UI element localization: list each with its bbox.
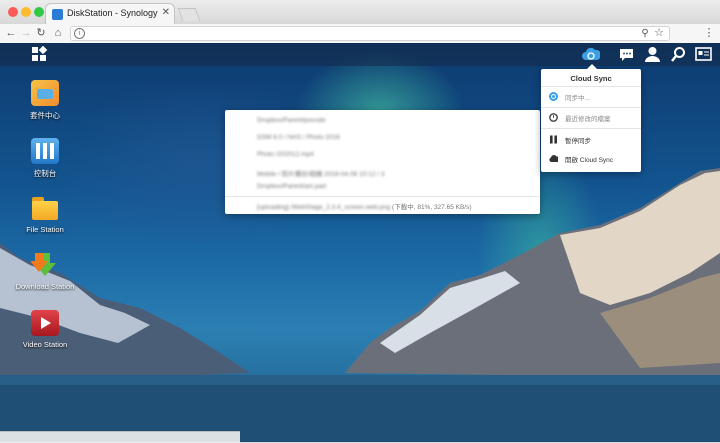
extension-icon[interactable]: ⚲	[638, 26, 652, 41]
desktop-icon-label: Download Station	[15, 282, 75, 291]
bookmark-star-icon[interactable]: ☆	[652, 26, 666, 41]
desktop-icon-control-panel[interactable]: 控制台	[5, 138, 85, 179]
notifications-icon[interactable]	[618, 46, 635, 63]
divider	[225, 196, 540, 197]
menu-item-open-cloud-sync[interactable]: 開啟 Cloud Sync	[549, 152, 639, 166]
video-station-icon	[31, 310, 59, 336]
desktop-icon-label: 套件中心	[30, 111, 60, 120]
divider	[541, 107, 641, 108]
menu-item-syncing[interactable]: 同步中...	[549, 90, 639, 104]
browser-titlebar: DiskStation - Synology DiskSt ✕	[0, 0, 720, 25]
menu-item-pause-sync[interactable]: 暫停同步	[549, 133, 639, 147]
cloud-sync-icon[interactable]	[582, 46, 600, 63]
forward-arrow-icon[interactable]: →	[19, 26, 33, 41]
browser-tab[interactable]: DiskStation - Synology DiskSt ✕	[45, 3, 175, 24]
activity-entry: Dropbox/Parent/pocode	[257, 117, 326, 124]
window-close-button[interactable]	[8, 7, 18, 17]
window-minimize-button[interactable]	[21, 7, 31, 17]
horizontal-scrollbar[interactable]	[0, 431, 240, 443]
divider	[541, 128, 641, 129]
sync-icon	[549, 92, 558, 101]
reload-icon[interactable]: ↻	[34, 26, 48, 41]
pause-icon	[550, 135, 557, 144]
activity-entry: Dropbox/Parent/am.part	[257, 183, 327, 190]
control-panel-icon	[31, 138, 59, 164]
search-icon[interactable]	[670, 46, 687, 63]
browser-menu-icon[interactable]: ⋮	[702, 26, 716, 41]
info-icon[interactable]: i	[74, 28, 85, 39]
browser-navbar: ← → ↻ ⌂ i ⚲ ☆ ⋮	[0, 24, 720, 44]
activity-entry: Photo /202012.mp4	[257, 151, 314, 158]
menu-item-label: 開啟 Cloud Sync	[565, 157, 614, 164]
menu-item-label: 最近修改的檔案	[565, 116, 611, 123]
package-center-icon	[31, 80, 59, 106]
new-tab-button[interactable]	[177, 8, 201, 21]
dsm-taskbar	[0, 43, 720, 66]
desktop-icon-label: File Station	[26, 225, 64, 234]
tab-title: DiskStation - Synology DiskSt	[67, 8, 159, 18]
desktop-icon-package-center[interactable]: 套件中心	[5, 80, 85, 121]
user-icon[interactable]	[644, 46, 661, 63]
back-arrow-icon[interactable]: ←	[4, 26, 18, 41]
menu-item-recent-files[interactable]: 最近修改的檔案	[549, 111, 639, 125]
activity-entry: DSM 6.0 / NAS / Photo 2016	[257, 134, 340, 141]
window-maximize-button[interactable]	[34, 7, 44, 17]
home-icon[interactable]: ⌂	[51, 26, 65, 41]
desktop-icon-file-station[interactable]: File Station	[5, 195, 85, 234]
transfer-status: [uploading] /WebStage_2.3.4_screen.web.p…	[257, 201, 472, 211]
download-station-icon	[30, 252, 59, 278]
cloud-sync-menu-title: Cloud Sync	[570, 74, 612, 83]
divider	[541, 86, 641, 87]
main-menu-icon[interactable]	[31, 46, 47, 63]
desktop-icon-label: 控制台	[33, 169, 57, 178]
cloud-sync-menu: Cloud Sync 同步中... 最近修改的檔案 暫停同步 開啟 Cloud …	[541, 64, 641, 172]
clock-icon	[549, 113, 558, 122]
menu-item-label: 同步中...	[565, 95, 590, 102]
transfer-file-name: [uploading] /WebStage_2.3.4_screen.web.p…	[257, 204, 391, 211]
desktop-icon-download-station[interactable]: Download Station	[5, 252, 85, 291]
sync-activity-panel: Dropbox/Parent/pocode DSM 6.0 / NAS / Ph…	[225, 110, 540, 214]
tab-close-icon[interactable]: ✕	[162, 7, 170, 18]
address-bar[interactable]: i	[70, 26, 670, 41]
widgets-icon[interactable]	[695, 46, 712, 63]
transfer-progress-text: (下載中, 81%, 327.65 KB/s)	[392, 204, 472, 211]
activity-entry: Mobile / 照片備份/相機 2016-04-06 10:12 / 3	[257, 171, 385, 178]
cloud-icon	[549, 155, 558, 162]
synology-favicon-icon	[52, 9, 63, 20]
desktop-icon-label: Video Station	[22, 340, 68, 349]
menu-item-label: 暫停同步	[565, 138, 591, 145]
file-station-icon	[31, 195, 59, 221]
desktop-icon-video-station[interactable]: Video Station	[5, 310, 85, 349]
